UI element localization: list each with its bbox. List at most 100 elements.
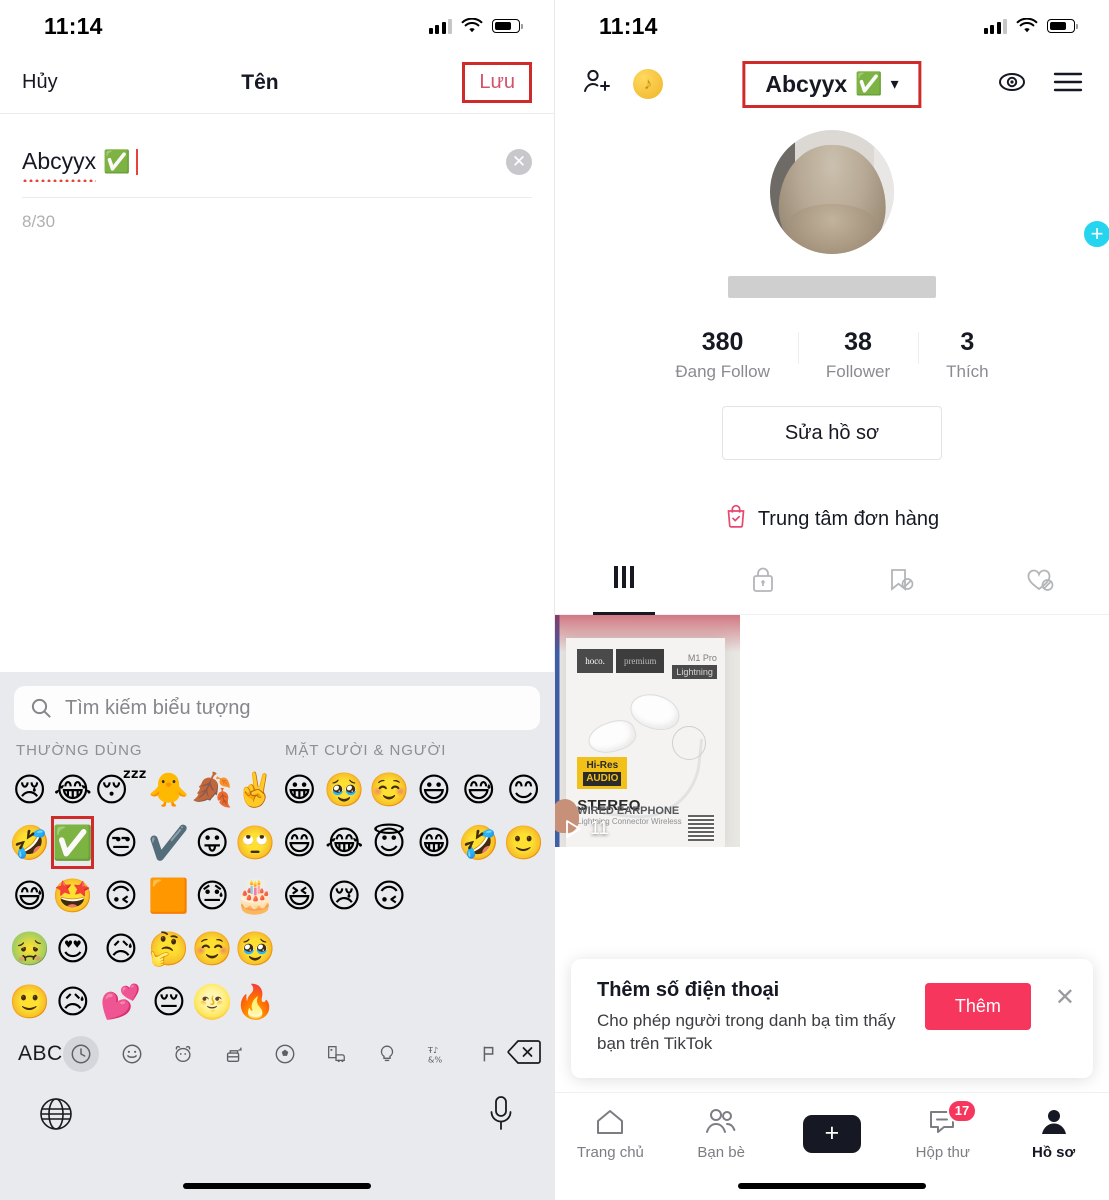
emoji-cell[interactable]: 🤢 bbox=[8, 922, 51, 975]
emoji-cell[interactable]: 🎂 bbox=[234, 869, 277, 922]
emoji-cell[interactable]: 🌝 bbox=[191, 975, 234, 1028]
avatar[interactable] bbox=[770, 130, 894, 254]
emoji-cell[interactable]: 😴 bbox=[94, 763, 147, 816]
grid-posts-icon bbox=[614, 566, 635, 588]
name-input[interactable]: Abcyyx ✅ bbox=[22, 148, 139, 182]
emoji-cell[interactable]: 🟧 bbox=[147, 869, 190, 922]
emoji-cell[interactable]: 🥹 bbox=[322, 763, 367, 816]
globe-icon[interactable] bbox=[38, 1096, 74, 1137]
tab-inbox[interactable]: 17 Hộp thư bbox=[887, 1098, 998, 1161]
tab-profile[interactable]: Hồ sơ bbox=[998, 1107, 1109, 1161]
emoji-cell[interactable]: 😊 bbox=[501, 763, 546, 816]
clear-input-button[interactable]: ✕ bbox=[506, 148, 532, 175]
tab-posts[interactable] bbox=[555, 566, 694, 614]
video-grid: hoco. premium M1 Pro Lightning Hi-Res AU… bbox=[555, 615, 1109, 847]
emoji-cell[interactable]: 😥 bbox=[94, 922, 147, 975]
animal-icon[interactable] bbox=[165, 1036, 201, 1072]
add-avatar-button[interactable]: + bbox=[1081, 218, 1109, 250]
emoji-cell[interactable]: 😇 bbox=[367, 816, 412, 869]
emoji-cell[interactable]: 💕 bbox=[94, 975, 147, 1028]
tiktok-coin-icon[interactable]: ♪ bbox=[633, 69, 663, 99]
emoji-cell[interactable]: ✅ bbox=[51, 816, 95, 869]
emoji-cell[interactable]: 😂 bbox=[322, 816, 367, 869]
emoji-cell[interactable]: 😂 bbox=[51, 763, 94, 816]
emoji-cell[interactable]: 😍 bbox=[51, 922, 94, 975]
emoji-category-title: MẶT CƯỜI & NGƯỜI bbox=[285, 742, 447, 759]
flag-icon[interactable] bbox=[471, 1036, 507, 1072]
emoji-cell[interactable]: 😁 bbox=[411, 816, 456, 869]
emoji-cell[interactable]: 😢 bbox=[322, 869, 367, 922]
close-icon[interactable]: ✕ bbox=[1055, 983, 1075, 1011]
emoji-cell[interactable]: 🐥 bbox=[147, 763, 190, 816]
symbols-icon[interactable]: Ŧ♪ &% bbox=[420, 1036, 456, 1072]
emoji-cell[interactable]: 🙂 bbox=[8, 975, 51, 1028]
stat-item[interactable]: 38 Follower bbox=[797, 328, 918, 382]
emoji-cell[interactable]: 😅 bbox=[8, 869, 51, 922]
tab-saved[interactable] bbox=[832, 566, 971, 614]
emoji-cell[interactable]: 🙃 bbox=[94, 869, 147, 922]
emoji-cell[interactable]: ✔️ bbox=[147, 816, 190, 869]
emoji-cell[interactable]: 🙃 bbox=[367, 869, 412, 922]
emoji-cell[interactable]: 😛 bbox=[191, 816, 234, 869]
tab-profile-label: Hồ sơ bbox=[1032, 1143, 1076, 1161]
emoji-cell[interactable]: 🙄 bbox=[234, 816, 277, 869]
abc-keyboard-button[interactable]: ABC bbox=[18, 1042, 63, 1066]
emoji-cell[interactable]: 😆 bbox=[277, 869, 322, 922]
emoji-cell[interactable]: 😃 bbox=[411, 763, 456, 816]
activity-icon[interactable] bbox=[267, 1036, 303, 1072]
video-thumbnail[interactable]: hoco. premium M1 Pro Lightning Hi-Res AU… bbox=[555, 615, 740, 847]
tab-create[interactable]: + bbox=[777, 1114, 888, 1153]
stat-item[interactable]: 380 Đang Follow bbox=[647, 328, 798, 382]
emoji-cell[interactable]: 🤔 bbox=[147, 922, 190, 975]
emoji-cell[interactable]: 😄 bbox=[277, 816, 322, 869]
emoji-cell[interactable]: ☺️ bbox=[191, 922, 234, 975]
brand-label: hoco. bbox=[577, 648, 613, 673]
save-button[interactable]: Lưu bbox=[479, 71, 515, 94]
objects-icon[interactable] bbox=[369, 1036, 405, 1072]
emoji-cell[interactable]: 🔥 bbox=[234, 975, 277, 1028]
tab-home[interactable]: Trang chủ bbox=[555, 1107, 666, 1161]
tab-liked[interactable] bbox=[971, 566, 1109, 614]
emoji-cell[interactable]: 🤩 bbox=[51, 869, 94, 922]
emoji-cell[interactable]: 😢 bbox=[8, 763, 51, 816]
tab-private[interactable] bbox=[694, 566, 833, 614]
emoji-grid-smileys[interactable]: 😀 🥹 ☺️ 😃 😅 😊 😄 😂 😇 😁 🤣 🙂 😆 😢 🙃 bbox=[277, 763, 546, 922]
emoji-cell[interactable]: 🙂 bbox=[501, 816, 546, 869]
emoji-grid-frequent[interactable]: 😢 😂 😴 🐥 🍂 ✌️ 🤣 ✅ 😒 ✔️ 😛 🙄 😅 🤩 🙃 🟧 😓 🎂 🤢 😍 😥 🤔 ☺️ 🥹 🙂 😥 💕 😔 🌝 🔥 bbox=[8, 763, 277, 1028]
food-icon[interactable] bbox=[216, 1036, 252, 1072]
emoji-cell[interactable]: 🥹 bbox=[234, 922, 277, 975]
emoji-cell[interactable]: 🤣 bbox=[456, 816, 501, 869]
emoji-cell[interactable]: 🤣 bbox=[8, 816, 51, 869]
emoji-cell[interactable]: 🍂 bbox=[191, 763, 234, 816]
eye-icon[interactable] bbox=[997, 69, 1027, 100]
stat-item[interactable]: 3 Thích bbox=[918, 328, 1017, 382]
add-person-icon[interactable] bbox=[581, 67, 611, 102]
product-seal bbox=[671, 725, 706, 760]
emoji-cell[interactable]: 😅 bbox=[456, 763, 501, 816]
edit-profile-button[interactable]: Sửa hồ sơ bbox=[722, 406, 942, 460]
emoji-search-field[interactable]: Tìm kiếm biểu tượng bbox=[14, 686, 540, 730]
smiley-icon[interactable] bbox=[114, 1036, 150, 1072]
emoji-cell[interactable]: 😔 bbox=[147, 975, 190, 1028]
emoji-cell[interactable]: 😥 bbox=[51, 975, 94, 1028]
chevron-down-icon[interactable]: ▾ bbox=[891, 74, 899, 94]
emoji-cell[interactable]: 😒 bbox=[94, 816, 147, 869]
emoji-cell[interactable]: ☺️ bbox=[367, 763, 412, 816]
travel-icon[interactable] bbox=[318, 1036, 354, 1072]
cancel-button[interactable]: Hủy bbox=[22, 71, 58, 94]
create-icon[interactable]: + bbox=[797, 1114, 866, 1153]
hamburger-menu-icon[interactable] bbox=[1053, 71, 1083, 98]
emoji-category-bar: ABC Ŧ♪ &% bbox=[0, 1028, 554, 1072]
name-input-row[interactable]: Abcyyx ✅ ✕ bbox=[22, 148, 532, 198]
banner-add-button[interactable]: Thêm bbox=[924, 983, 1031, 1031]
profile-title-highlight[interactable]: Abcyyx ✅ ▾ bbox=[742, 60, 922, 108]
emoji-cell[interactable]: 😓 bbox=[191, 869, 234, 922]
emoji-cell[interactable]: ✌️ bbox=[234, 763, 277, 816]
product-model-sub: Lightning bbox=[672, 664, 717, 679]
microphone-icon[interactable] bbox=[486, 1094, 516, 1139]
clock-icon[interactable] bbox=[62, 1036, 99, 1072]
emoji-cell[interactable]: 😀 bbox=[277, 763, 322, 816]
delete-icon[interactable] bbox=[507, 1039, 541, 1070]
order-center-link[interactable]: Trung tâm đơn hàng bbox=[555, 504, 1109, 534]
tab-friends[interactable]: Bạn bè bbox=[666, 1107, 777, 1161]
